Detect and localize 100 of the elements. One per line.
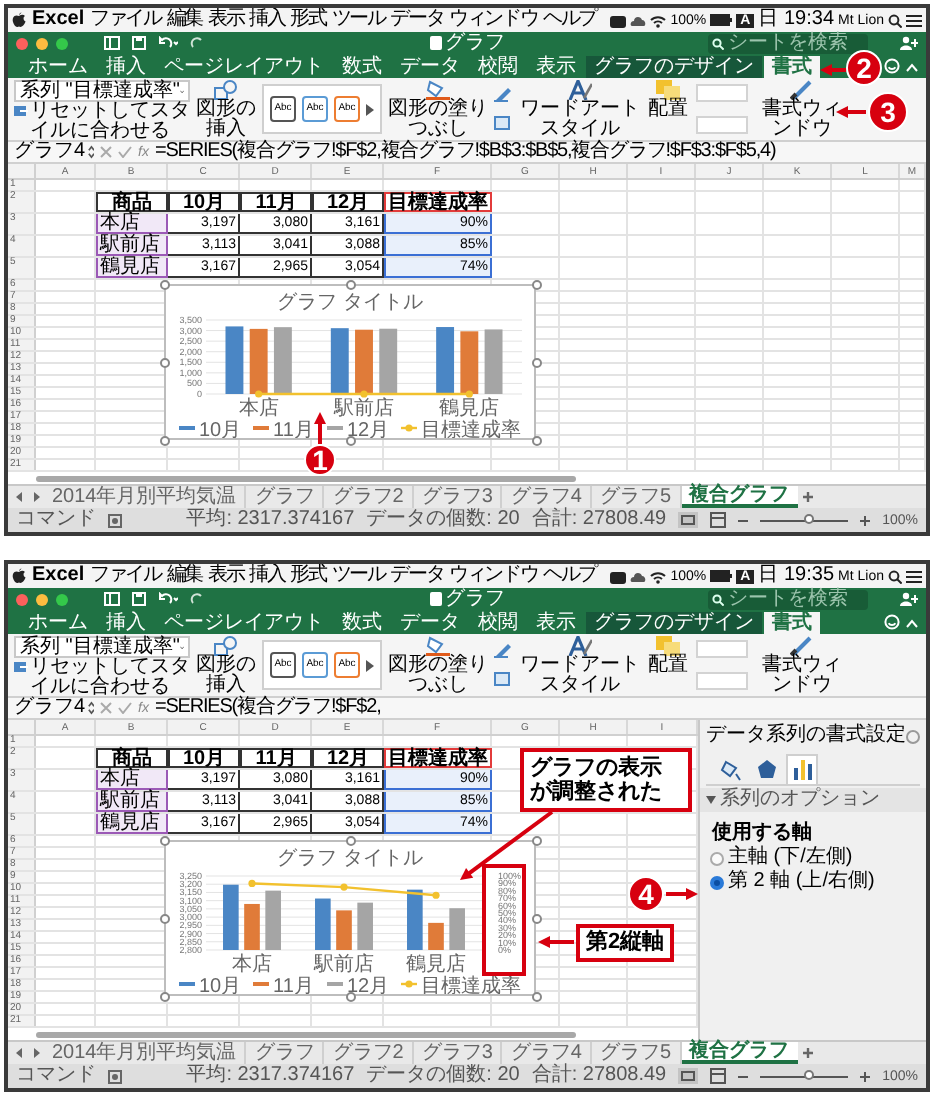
menu-item[interactable]: 形式 [290, 10, 326, 30]
arrange-button[interactable]: 配置 [646, 78, 690, 140]
search-field[interactable]: シートを検索 [708, 33, 868, 53]
zoom-button[interactable] [56, 37, 68, 49]
smiley-icon[interactable] [884, 614, 900, 630]
undo-icon[interactable] [158, 36, 178, 50]
collapse-icon[interactable] [906, 617, 918, 627]
resize-handle[interactable] [345, 279, 355, 289]
macro-record-icon[interactable] [108, 513, 122, 527]
horizontal-scrollbar[interactable] [36, 476, 576, 482]
radio-button[interactable] [710, 851, 724, 865]
menu-item[interactable]: 挿入 [249, 10, 285, 30]
wordart-style-button[interactable]: ワードアートスタイル [520, 78, 640, 140]
effects-icon[interactable] [494, 116, 514, 133]
height-field[interactable] [696, 84, 748, 103]
redo-icon[interactable] [190, 36, 204, 50]
wordart-style-button[interactable]: ワードアートスタイル [520, 634, 640, 696]
resize-handle[interactable] [159, 913, 169, 923]
cloud-icon[interactable] [630, 569, 647, 583]
shape-fill-button[interactable]: 図形の塗りつぶし [388, 78, 488, 140]
plus-icon[interactable] [860, 1071, 871, 1081]
plus-icon[interactable] [860, 515, 871, 525]
shape-fill-button[interactable]: 図形の塗りつぶし [388, 634, 488, 696]
check-icon[interactable] [118, 146, 132, 158]
smiley-icon[interactable] [884, 58, 900, 74]
save-icon[interactable] [132, 592, 146, 606]
radio-button[interactable] [710, 875, 724, 889]
redo-icon[interactable] [190, 592, 204, 606]
pane-tab[interactable] [786, 754, 818, 784]
menu-item[interactable]: データ [390, 10, 444, 30]
share-icon[interactable] [900, 592, 918, 606]
ribbon-tab[interactable]: 表示 [528, 612, 584, 634]
apple-icon[interactable] [12, 568, 26, 584]
ribbon-tab[interactable]: ホーム [20, 612, 96, 634]
add-sheet-icon[interactable] [797, 486, 817, 508]
menu-item[interactable]: ウィンドウ [449, 566, 538, 586]
record-icon[interactable] [610, 569, 627, 583]
slider-thumb[interactable] [803, 1070, 814, 1080]
page-layout-icon[interactable] [710, 1068, 727, 1084]
radio-option[interactable]: 主軸 (下/左側) [706, 848, 920, 868]
radio-option[interactable]: 第 2 軸 (上/右側) [706, 872, 920, 892]
menu-item[interactable]: Excel [32, 10, 85, 30]
pen-icon[interactable] [494, 641, 514, 658]
menu-clock[interactable]: 日 19:34 [758, 10, 835, 30]
sheet-tab[interactable]: 複合グラフ [681, 1042, 797, 1064]
previous-sheet-icon[interactable] [12, 486, 28, 508]
insert-shape-button[interactable]: 図形の挿入 [196, 634, 256, 696]
series-dropdown[interactable]: 系列 "目標達成率" [14, 80, 190, 102]
ribbon-tab[interactable]: 表示 [528, 56, 584, 78]
sidebar-icon[interactable] [104, 592, 120, 606]
menu-clock[interactable]: 日 19:35 [758, 566, 835, 586]
resize-handle[interactable] [159, 435, 169, 445]
menu-item[interactable]: ツール [331, 566, 385, 586]
battery-icon[interactable] [710, 14, 733, 26]
ribbon-tab[interactable]: 数式 [334, 612, 390, 634]
menu-item[interactable]: 編集 [166, 10, 202, 30]
ribbon-tab[interactable]: 数式 [334, 56, 390, 78]
arrange-button[interactable]: 配置 [646, 634, 690, 696]
search-field[interactable]: シートを検索 [708, 589, 868, 609]
record-icon[interactable] [610, 13, 627, 27]
wifi-icon[interactable] [650, 569, 667, 583]
next-sheet-icon[interactable] [28, 1042, 44, 1064]
battery-icon[interactable] [710, 570, 733, 582]
height-field[interactable] [696, 640, 748, 659]
minimize-button[interactable] [36, 37, 48, 49]
menu-item[interactable]: ファイル [90, 10, 161, 30]
resize-handle[interactable] [159, 991, 169, 1001]
undo-icon[interactable] [158, 592, 178, 606]
list-icon[interactable] [906, 569, 922, 583]
save-icon[interactable] [132, 36, 146, 50]
ribbon-tab[interactable]: 書式 [764, 612, 820, 634]
normal-view-icon[interactable] [678, 512, 699, 528]
series-dropdown[interactable]: 系列 "目標達成率" [14, 636, 190, 658]
horizontal-scrollbar[interactable] [36, 1032, 576, 1038]
reset-style-button[interactable]: リセットしてスタイルに合わせる [14, 102, 190, 142]
share-icon[interactable] [900, 36, 918, 50]
previous-sheet-icon[interactable] [12, 1042, 28, 1064]
ribbon-tab[interactable]: 挿入 [98, 612, 154, 634]
ribbon-tab[interactable]: ページレイアウト [156, 612, 332, 634]
menu-item[interactable]: ツール [331, 10, 385, 30]
menu-item[interactable]: ウィンドウ [449, 10, 538, 30]
check-icon[interactable] [118, 702, 132, 714]
page-layout-icon[interactable] [710, 512, 727, 528]
zoom-button[interactable] [56, 593, 68, 605]
menu-item[interactable]: 表示 [207, 566, 244, 586]
section-header[interactable]: 系列のオプション [700, 788, 926, 812]
apple-icon[interactable] [12, 12, 26, 28]
resize-handle[interactable] [345, 835, 355, 845]
slider-thumb[interactable] [803, 514, 814, 524]
collapse-icon[interactable] [906, 61, 918, 71]
formula-field[interactable]: =SERIES(複合グラフ!$F$2,複合グラフ!$B$3:$B$5,複合グラフ!$F$3:$F$5,4) [154, 142, 776, 162]
search-icon[interactable] [888, 13, 902, 27]
menu-item[interactable]: 形式 [290, 566, 326, 586]
format-pane-button[interactable]: 書式ウィンドウ [762, 634, 842, 696]
formula-field[interactable]: =SERIES(複合グラフ!$F$2, [154, 698, 381, 718]
minus-icon[interactable] [738, 1071, 749, 1081]
menu-item[interactable]: Excel [32, 566, 85, 586]
cloud-icon[interactable] [630, 13, 647, 27]
resize-handle[interactable] [159, 835, 169, 845]
reset-style-button[interactable]: リセットしてスタイルに合わせる [14, 658, 190, 698]
